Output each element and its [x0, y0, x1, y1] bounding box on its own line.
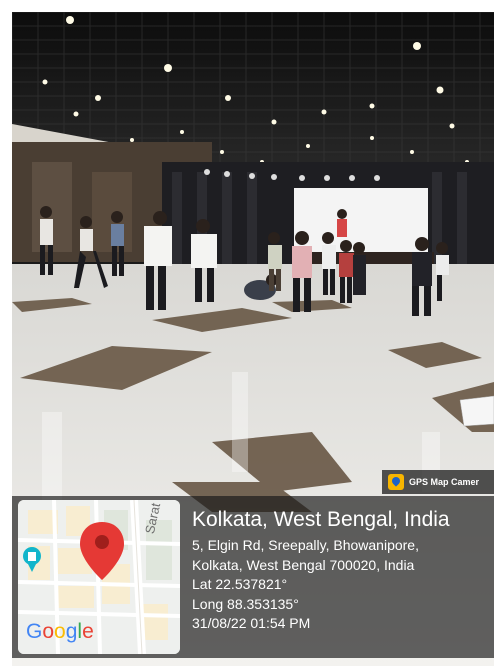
address-line-2: Kolkata, West Bengal 700020, India — [192, 556, 415, 573]
google-logo-letter: e — [82, 620, 94, 643]
location-details: Kolkata, West Bengal, India 5, Elgin Rd,… — [192, 506, 450, 634]
photo-frame: GPS Map Camer Google Kolkata, West Benga… — [0, 0, 494, 666]
google-logo: Google — [26, 620, 94, 644]
gps-map-camera-badge: GPS Map Camer — [382, 470, 494, 494]
google-logo-letter: g — [65, 620, 78, 643]
gps-map-camera-icon — [388, 474, 404, 490]
address-line-1: 5, Elgin Rd, Sreepally, Bhowanipore, — [192, 537, 419, 553]
map-thumbnail: Sarat Bose Rd Google — [18, 500, 180, 654]
google-logo-letter: o — [42, 620, 55, 643]
location-title: Kolkata, West Bengal, India — [192, 508, 450, 531]
google-logo-letter: o — [54, 620, 66, 643]
datetime: 31/08/22 01:54 PM — [192, 615, 311, 631]
location-info-panel: Sarat Bose Rd Google Kolkata, West Benga… — [12, 496, 494, 658]
longitude: Long 88.353135° — [192, 595, 299, 612]
google-logo-letter: G — [26, 620, 43, 643]
app-badge-label: GPS Map Camer — [409, 477, 480, 487]
latitude: Lat 22.537821° — [192, 576, 288, 592]
